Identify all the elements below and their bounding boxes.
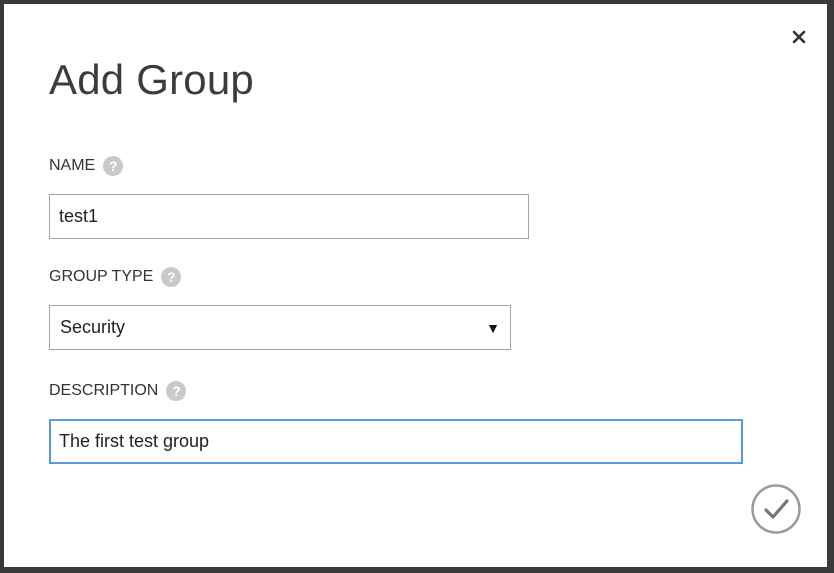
help-icon[interactable]: ? xyxy=(166,381,187,401)
dialog-title: Add Group xyxy=(49,56,254,103)
checkmark-icon xyxy=(751,484,801,534)
name-label: NAME xyxy=(49,157,96,174)
group-type-label: GROUP TYPE xyxy=(49,268,154,285)
description-label: DESCRIPTION xyxy=(49,382,159,399)
name-label-row: NAME ? xyxy=(49,156,124,176)
description-label-row: DESCRIPTION ? xyxy=(49,381,187,401)
name-input[interactable] xyxy=(49,194,529,239)
help-icon[interactable]: ? xyxy=(103,156,124,176)
close-button[interactable] xyxy=(788,26,810,48)
submit-button[interactable] xyxy=(751,484,801,534)
add-group-dialog: Add Group NAME ? GROUP TYPE ? Security ▼… xyxy=(4,4,827,567)
description-input[interactable] xyxy=(49,419,743,464)
group-type-select[interactable]: Security ▼ xyxy=(49,305,511,350)
group-type-selected-value: Security xyxy=(60,317,126,337)
group-type-label-row: GROUP TYPE ? xyxy=(49,267,182,287)
dropdown-arrow-icon: ▼ xyxy=(486,319,500,336)
help-icon[interactable]: ? xyxy=(161,267,182,287)
close-icon xyxy=(792,30,806,44)
